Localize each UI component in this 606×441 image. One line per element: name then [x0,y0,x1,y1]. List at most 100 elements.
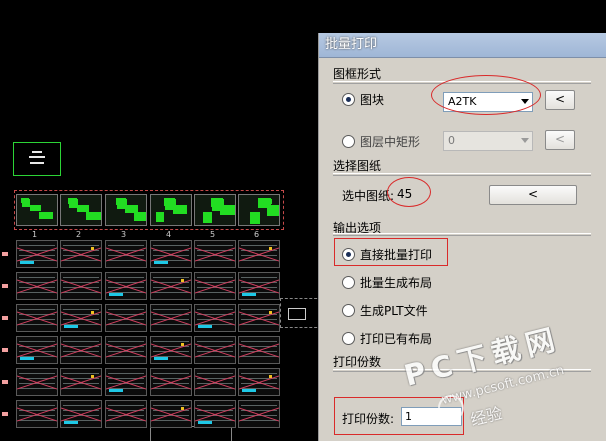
radio-direct-print[interactable]: 直接批量打印 [342,246,432,263]
drawing-line [63,309,99,310]
drawing-line [153,373,189,374]
drawing-line [108,277,144,278]
radio-block-label: 图块 [360,93,385,107]
drawing-line [63,260,99,261]
block-name-select[interactable]: A2TK [443,92,533,112]
drawing-sheet [238,400,280,428]
column-number: 2 [76,230,82,239]
layer-select[interactable]: 0 [443,131,533,151]
drawing-sheet [105,272,147,300]
drawing-line [197,341,233,342]
row-marker [2,380,8,384]
dialog-title[interactable]: 批量打印 [319,33,606,58]
select-sheets-button[interactable]: < [489,185,577,205]
block-name-value: A2TK [448,95,477,108]
drawing-mark [269,311,272,314]
drawing-sheet [16,272,58,300]
drawing-sheet [60,368,102,396]
drawing-sheet [150,304,192,332]
drawing-sheet [16,400,58,428]
drawing-line [241,277,277,278]
radio-generate-plt[interactable]: 生成PLT文件 [342,302,428,319]
drawing-sheet-top [238,194,280,226]
drawing-line [197,309,233,310]
drawing-sheet [238,336,280,364]
block-pick-button[interactable]: < [545,90,575,110]
drawing-line [108,420,144,421]
drawing-line [153,405,189,406]
drawing-line [19,324,55,325]
copies-group-title: 打印份数 [333,355,382,369]
radio-print-existing-layouts[interactable]: 打印已有布局 [342,330,432,347]
drawing-line [197,245,233,246]
drawing-line [153,245,189,246]
drawing-sheet [60,336,102,364]
radio-generate-plt-indicator[interactable] [342,304,355,317]
drawing-sheet [16,304,58,332]
radio-direct-print-indicator[interactable] [342,248,355,261]
radio-generate-layouts-label: 批量生成布局 [360,276,433,290]
drawing-line [241,341,277,342]
drawing-fill [39,212,53,219]
drawing-line [63,245,99,246]
drawing-cyan [20,261,34,264]
drawing-fill [267,205,279,216]
radio-block-indicator[interactable] [342,93,355,106]
drawing-sheet [16,336,58,364]
drawing-sheet [150,400,192,428]
drawing-line [19,420,55,421]
drawing-cyan [64,325,78,328]
chevron-down-icon [521,99,529,104]
frame-group-title: 图框形式 [333,67,382,81]
drawing-cyan [64,421,78,424]
drawing-cyan [154,261,168,264]
drawing-sheet [194,336,236,364]
drawing-sheet [105,336,147,364]
drawing-fill [117,199,127,209]
drawing-line [108,341,144,342]
drawing-sheet [60,400,102,428]
drawing-line [197,373,233,374]
drawing-line [241,420,277,421]
radio-block[interactable]: 图块 [342,91,384,108]
drawing-cyan [154,357,168,360]
drawing-line [63,356,99,357]
drawing-mark [91,375,94,378]
drawing-cyan [198,325,212,328]
drawing-sheet [238,368,280,396]
drawing-sheet-top [194,194,236,226]
column-number: 6 [254,230,260,239]
drawing-line [19,405,55,406]
drawing-line [63,292,99,293]
drawing-sheet [60,272,102,300]
radio-layer-rect-indicator[interactable] [342,135,355,148]
drawing-line [108,373,144,374]
drawing-sheet [238,240,280,268]
layer-pick-button[interactable]: < [545,130,575,150]
selected-sheets-label: 选中图纸: [342,189,395,203]
drawing-mark [91,247,94,250]
drawing-fill [30,205,41,211]
drawing-line [63,388,99,389]
drawing-mark [91,311,94,314]
drawing-line [63,277,99,278]
drawing-fill [69,199,78,208]
radio-layer-rect[interactable]: 图层中矩形 [342,133,420,150]
drawing-sheet-top [150,194,192,226]
layer-value: 0 [448,134,455,147]
drawing-fill [203,212,212,223]
drawing-sheet-top [16,194,58,226]
drawing-line [153,277,189,278]
radio-generate-layouts[interactable]: 批量生成布局 [342,274,432,291]
select-group-title: 选择图纸 [333,159,382,173]
radio-print-existing-layouts-indicator[interactable] [342,332,355,345]
drawing-cyan [198,421,212,424]
drawing-line [108,405,144,406]
drawing-mark [181,343,184,346]
chevron-down-icon [521,138,529,143]
drawing-sheet [105,304,147,332]
radio-generate-layouts-indicator[interactable] [342,276,355,289]
drawing-line [241,356,277,357]
drawing-line [241,324,277,325]
cad-drawing-canvas[interactable]: 1 2 3 4 5 6 [0,0,320,441]
